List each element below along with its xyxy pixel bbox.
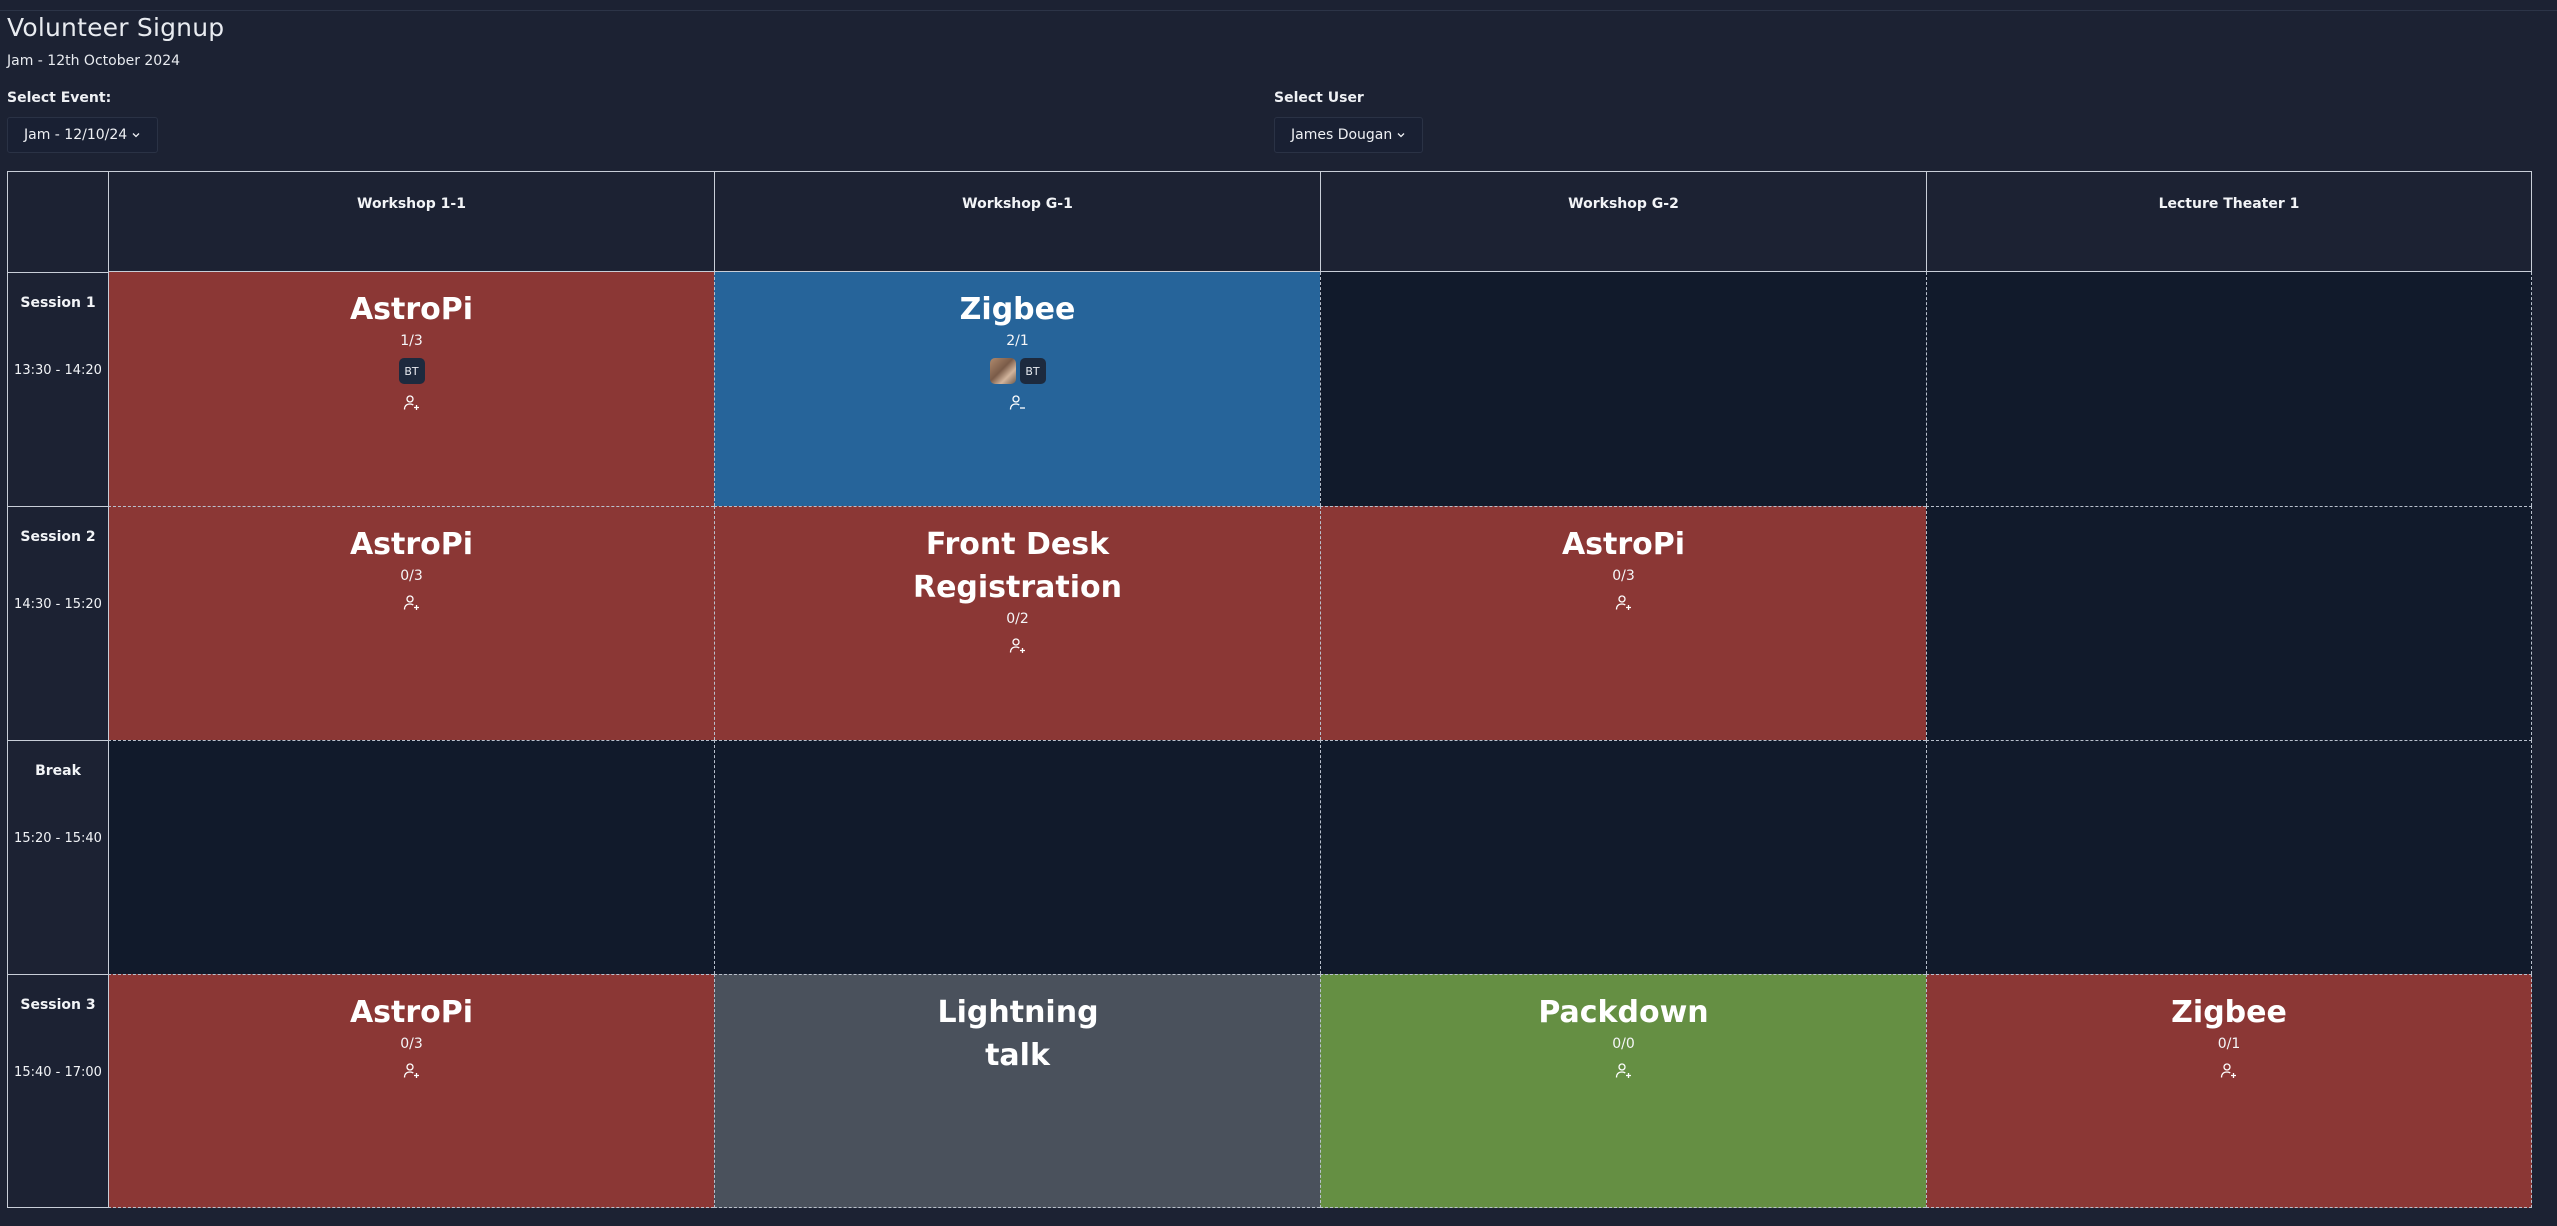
session-name: Session 3: [20, 997, 96, 1013]
empty-slot: [1320, 272, 1926, 506]
slot-cell[interactable]: AstroPi 1/3 BT: [108, 272, 714, 506]
slot-title: Zigbee: [2171, 995, 2287, 1030]
room-header: Workshop 1-1: [108, 171, 714, 272]
slot-cell[interactable]: AstroPi 0/3: [1320, 506, 1926, 740]
volunteer-list: BT: [398, 358, 425, 384]
add-volunteer-icon[interactable]: [401, 392, 423, 414]
user-select-label: Select User: [1274, 90, 1364, 106]
volunteer-avatar-photo: [989, 358, 1016, 384]
add-volunteer-icon[interactable]: [1613, 592, 1635, 614]
schedule-grid: Workshop 1-1 Workshop G-1 Workshop G-2 L…: [7, 171, 2532, 1208]
add-volunteer-icon[interactable]: [2218, 1060, 2240, 1082]
room-header: Workshop G-2: [1320, 171, 1926, 272]
session-name: Break: [35, 763, 81, 779]
empty-slot: [1320, 740, 1926, 974]
slot-title: Zigbee: [959, 292, 1076, 327]
add-volunteer-icon[interactable]: [1613, 1060, 1635, 1082]
slot-title: AstroPi: [349, 527, 474, 562]
empty-slot: [108, 740, 714, 974]
slot-cell[interactable]: Front Desk Registration 0/2: [714, 506, 1320, 740]
event-select-dropdown[interactable]: Jam - 12/10/24: [7, 117, 159, 153]
session-header: Session 1 13:30 - 14:20: [7, 272, 108, 506]
add-volunteer-icon[interactable]: [401, 592, 423, 614]
slot-count: 1/3: [400, 333, 423, 349]
slot-title: AstroPi: [349, 995, 474, 1030]
slot-cell[interactable]: Zigbee 0/1: [1926, 974, 2532, 1208]
slot-count: 0/3: [400, 568, 423, 584]
empty-slot: [714, 740, 1320, 974]
slot-count: 0/3: [400, 1036, 423, 1052]
remove-volunteer-icon[interactable]: [1007, 392, 1029, 414]
empty-slot: [1926, 506, 2532, 740]
slot-count: 0/2: [1006, 611, 1029, 627]
slot-cell[interactable]: AstroPi 0/3: [108, 506, 714, 740]
room-header: Lecture Theater 1: [1926, 171, 2532, 272]
empty-slot: [1926, 272, 2532, 506]
session-time: 14:30 - 15:20: [14, 597, 102, 612]
slot-cell[interactable]: Zigbee 2/1 BT: [714, 272, 1320, 506]
volunteer-avatar: BT: [398, 358, 425, 384]
session-header: Session 3 15:40 - 17:00: [7, 974, 108, 1208]
slot-cell: Lightning talk: [714, 974, 1320, 1208]
slot-title: Lightning talk: [937, 995, 1099, 1073]
session-time: 15:20 - 15:40: [14, 831, 102, 846]
slot-count: 2/1: [1006, 333, 1029, 349]
session-name: Session 1: [20, 295, 96, 311]
empty-slot: [1926, 740, 2532, 974]
user-select-value: James Dougan: [1291, 127, 1393, 143]
room-header: Workshop G-1: [714, 171, 1320, 272]
volunteer-avatar: BT: [1019, 358, 1046, 384]
grid-corner: [7, 171, 108, 272]
slot-count: 0/3: [1612, 568, 1635, 584]
slot-title: AstroPi: [349, 292, 474, 327]
add-volunteer-icon[interactable]: [1007, 635, 1029, 657]
session-header: Session 2 14:30 - 15:20: [7, 506, 108, 740]
session-header: Break 15:20 - 15:40: [7, 740, 108, 974]
volunteer-list: BT: [989, 358, 1046, 384]
top-divider: [0, 10, 2557, 11]
chevron-down-icon: [131, 130, 141, 140]
page-subtitle: Jam - 12th October 2024: [7, 53, 181, 69]
session-time: 13:30 - 14:20: [14, 363, 102, 378]
session-name: Session 2: [20, 529, 96, 545]
slot-count: 0/1: [2217, 1036, 2241, 1052]
slot-title: AstroPi: [1561, 527, 1686, 562]
event-select-label: Select Event:: [7, 90, 112, 106]
slot-title: Packdown: [1538, 995, 1709, 1030]
user-select-dropdown[interactable]: James Dougan: [1274, 117, 1424, 153]
chevron-down-icon: [1396, 130, 1406, 140]
session-time: 15:40 - 17:00: [14, 1065, 102, 1080]
slot-title: Front Desk Registration: [912, 527, 1123, 605]
slot-cell[interactable]: Packdown 0/0: [1320, 974, 1926, 1208]
slot-count: 0/0: [1612, 1036, 1635, 1052]
event-select-value: Jam - 12/10/24: [24, 127, 128, 143]
slot-cell[interactable]: AstroPi 0/3: [108, 974, 714, 1208]
add-volunteer-icon[interactable]: [401, 1060, 423, 1082]
page-title: Volunteer Signup: [7, 13, 225, 42]
